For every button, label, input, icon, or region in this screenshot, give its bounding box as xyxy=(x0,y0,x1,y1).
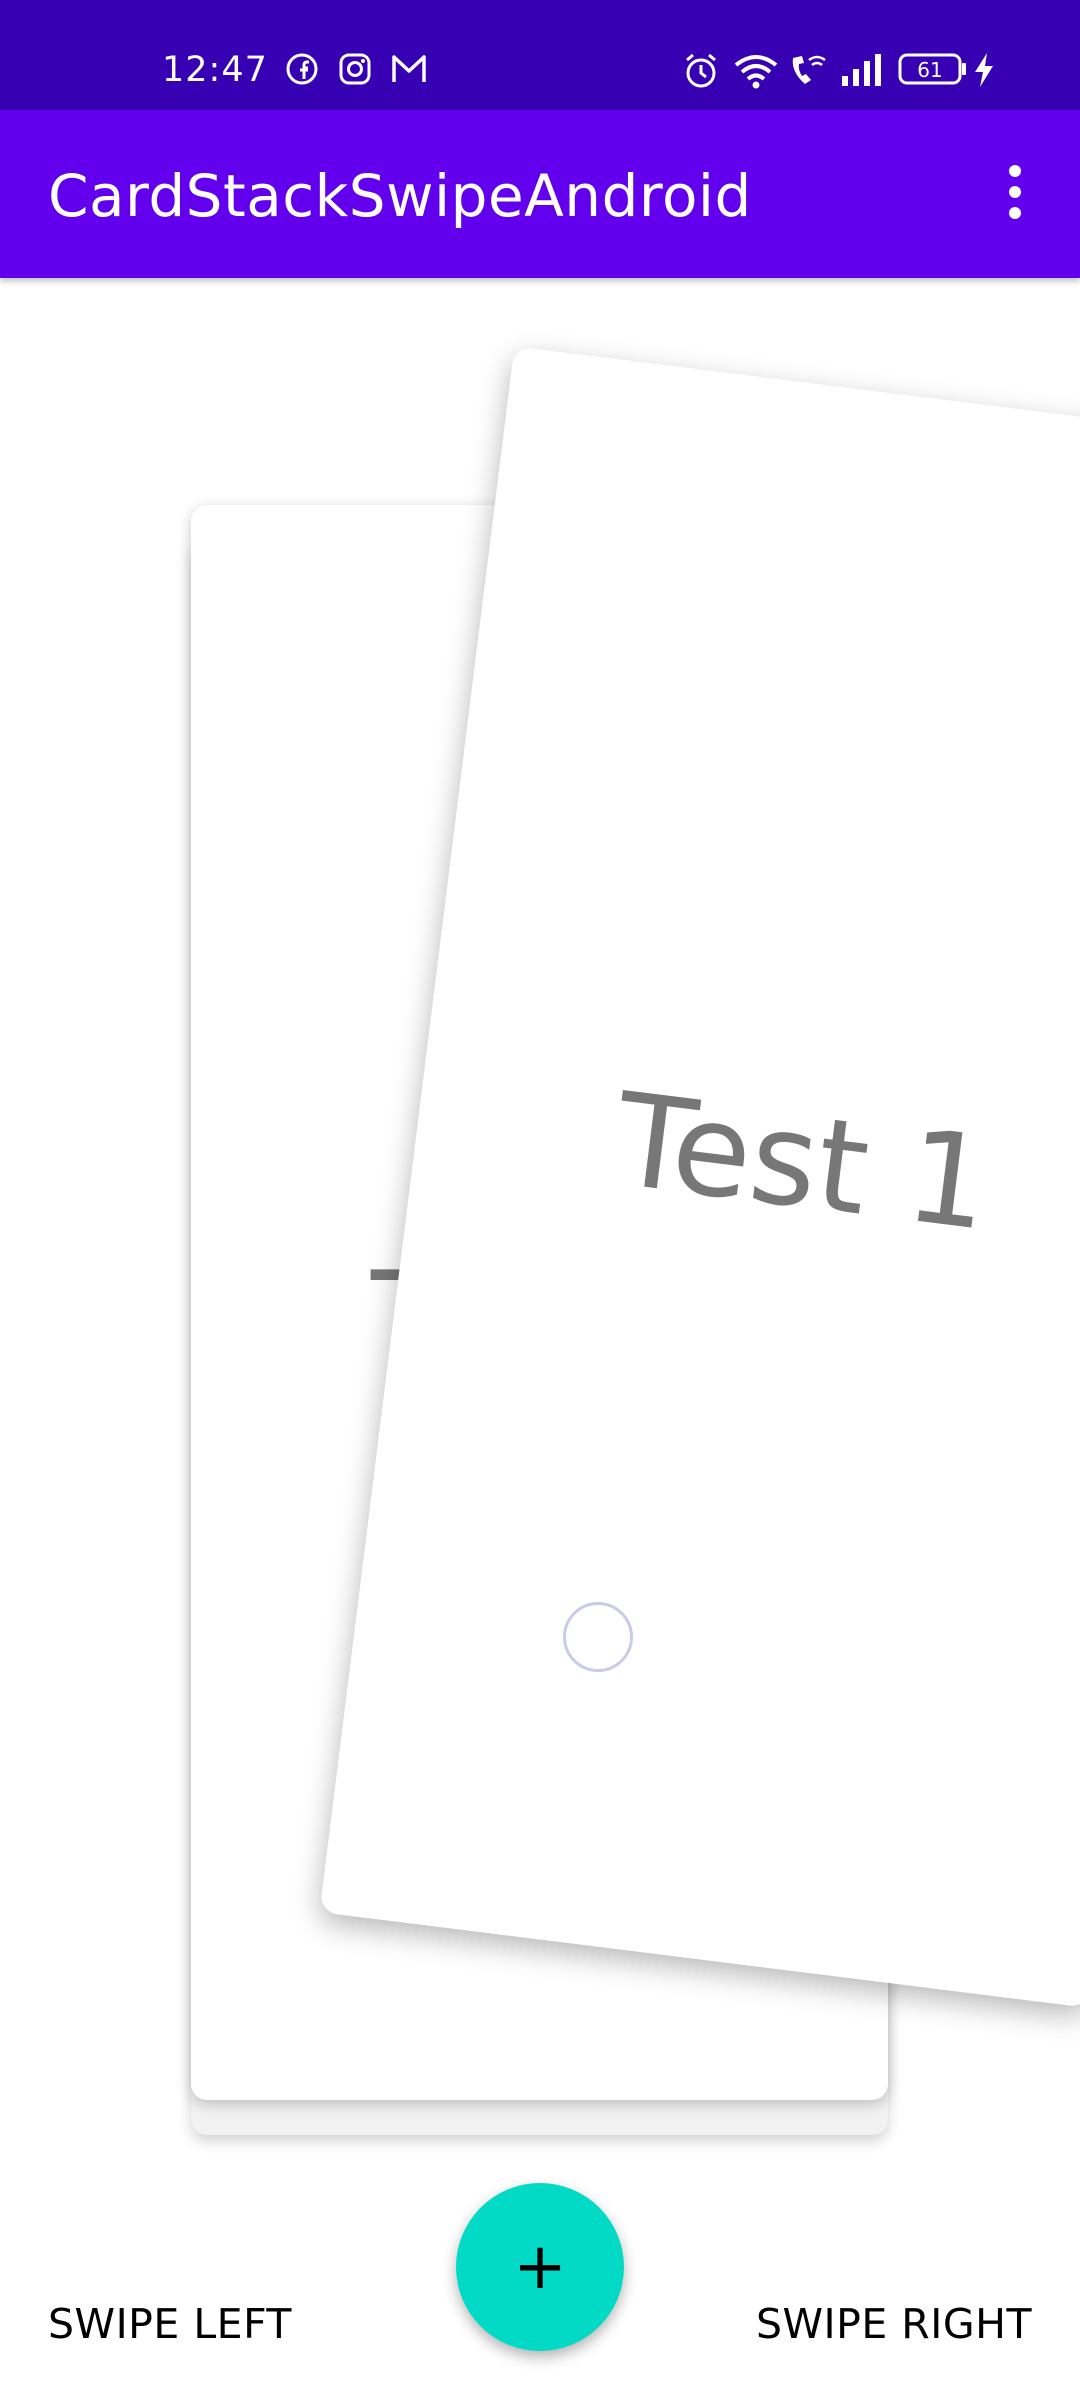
battery-icon: 61 xyxy=(898,53,966,85)
status-time: 12:47 xyxy=(162,50,268,90)
wifi-calling-icon xyxy=(792,55,826,84)
add-button[interactable]: + xyxy=(456,2183,624,2351)
wifi-icon xyxy=(734,55,778,89)
facebook-icon xyxy=(286,53,318,85)
charging-icon xyxy=(975,53,993,87)
battery-level: 61 xyxy=(917,58,942,82)
more-vert-icon[interactable] xyxy=(990,165,1040,225)
instagram-icon xyxy=(339,53,371,85)
swipe-left-button[interactable]: SWIPE LEFT xyxy=(48,2300,292,2348)
swipe-right-button[interactable]: SWIPE RIGHT xyxy=(756,2300,1032,2348)
touch-indicator xyxy=(563,1602,633,1672)
alarm-icon xyxy=(686,53,716,88)
app-bar: CardStackSwipeAndroid xyxy=(0,110,1080,278)
app-title: CardStackSwipeAndroid xyxy=(48,162,752,230)
status-bar: 12:47 61 xyxy=(0,0,1080,110)
gmail-icon xyxy=(392,55,426,82)
add-icon: + xyxy=(513,2230,567,2304)
signal-icon xyxy=(842,54,881,86)
card-front-text: Test 1 xyxy=(607,1065,998,1260)
